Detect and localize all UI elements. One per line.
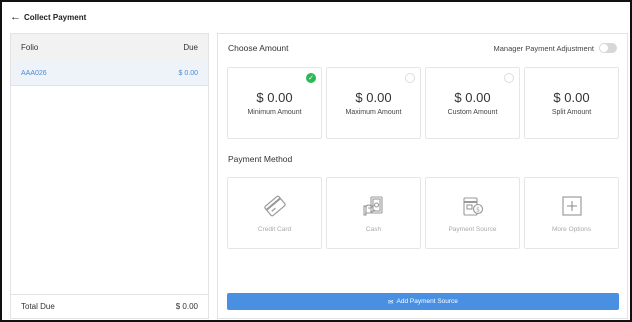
manager-adjustment: Manager Payment Adjustment (494, 43, 617, 53)
amount-label: Custom Amount (447, 109, 498, 116)
amount-value: $ 0.00 (256, 90, 293, 105)
back-arrow-icon[interactable]: ← (10, 11, 21, 23)
manager-adjustment-toggle[interactable] (599, 43, 617, 53)
total-due-value: $ 0.00 (175, 302, 198, 311)
choose-amount-title: Choose Amount (228, 43, 289, 53)
envelope-icon: ✉ (388, 298, 394, 306)
amount-value: $ 0.00 (355, 90, 392, 105)
manager-adjustment-label: Manager Payment Adjustment (493, 43, 594, 53)
folio-column-header: Folio (21, 43, 39, 52)
svg-text:$: $ (476, 206, 480, 213)
add-payment-source-button[interactable]: ✉ Add Payment Source (227, 293, 619, 310)
credit-card-icon (263, 195, 286, 216)
folio-row[interactable]: AAA026 $ 0.00 (11, 61, 208, 86)
amount-option-split[interactable]: $ 0.00 Split Amount (524, 67, 619, 139)
amount-option-maximum[interactable]: $ 0.00 Maximum Amount (326, 67, 421, 139)
amount-option-minimum[interactable]: ✓ $ 0.00 Minimum Amount (227, 67, 322, 139)
folio-id[interactable]: AAA026 (21, 70, 47, 77)
method-payment-source[interactable]: $ Payment Source (425, 177, 520, 249)
total-due-row: Total Due $ 0.00 (11, 294, 208, 318)
method-credit-card[interactable]: Credit Card (227, 177, 322, 249)
page-title: Collect Payment (24, 12, 87, 22)
selected-check-icon[interactable]: ✓ (306, 73, 316, 83)
method-label: More Options (551, 225, 592, 233)
amount-label: Maximum Amount (345, 109, 402, 116)
plus-box-icon (562, 196, 581, 215)
method-cash[interactable]: Cash (326, 177, 421, 249)
amount-label: Minimum Amount (247, 109, 302, 116)
amount-options: ✓ $ 0.00 Minimum Amount $ 0.00 Maximum A… (227, 67, 619, 139)
folio-due-amount: $ 0.00 (178, 69, 198, 77)
total-due-label: Total Due (21, 302, 55, 311)
cash-icon (362, 195, 383, 216)
page-header: ← Collect Payment (2, 2, 630, 32)
due-column-header: Due (183, 43, 198, 52)
amount-value: $ 0.00 (553, 90, 590, 105)
method-label: Payment Source (448, 225, 497, 233)
amount-label: Split Amount (551, 109, 592, 116)
radio-icon[interactable] (504, 73, 514, 83)
method-more-options[interactable]: More Options (524, 177, 619, 249)
payment-source-icon: $ (462, 196, 483, 216)
payment-panel: Choose Amount Manager Payment Adjustment… (217, 33, 628, 319)
method-label: Credit Card (257, 225, 292, 233)
folio-table-header: Folio Due (11, 34, 208, 61)
folio-panel: Folio Due AAA026 $ 0.00 Total Due $ 0.00 (10, 33, 209, 319)
radio-icon[interactable] (405, 73, 415, 83)
add-payment-source-label: Add Payment Source (396, 298, 458, 305)
payment-method-title: Payment Method (228, 154, 293, 164)
amount-option-custom[interactable]: $ 0.00 Custom Amount (425, 67, 520, 139)
amount-value: $ 0.00 (454, 90, 491, 105)
method-label: Cash (365, 225, 382, 233)
payment-methods: Credit Card Cash $ Payment Source More O… (227, 177, 619, 249)
